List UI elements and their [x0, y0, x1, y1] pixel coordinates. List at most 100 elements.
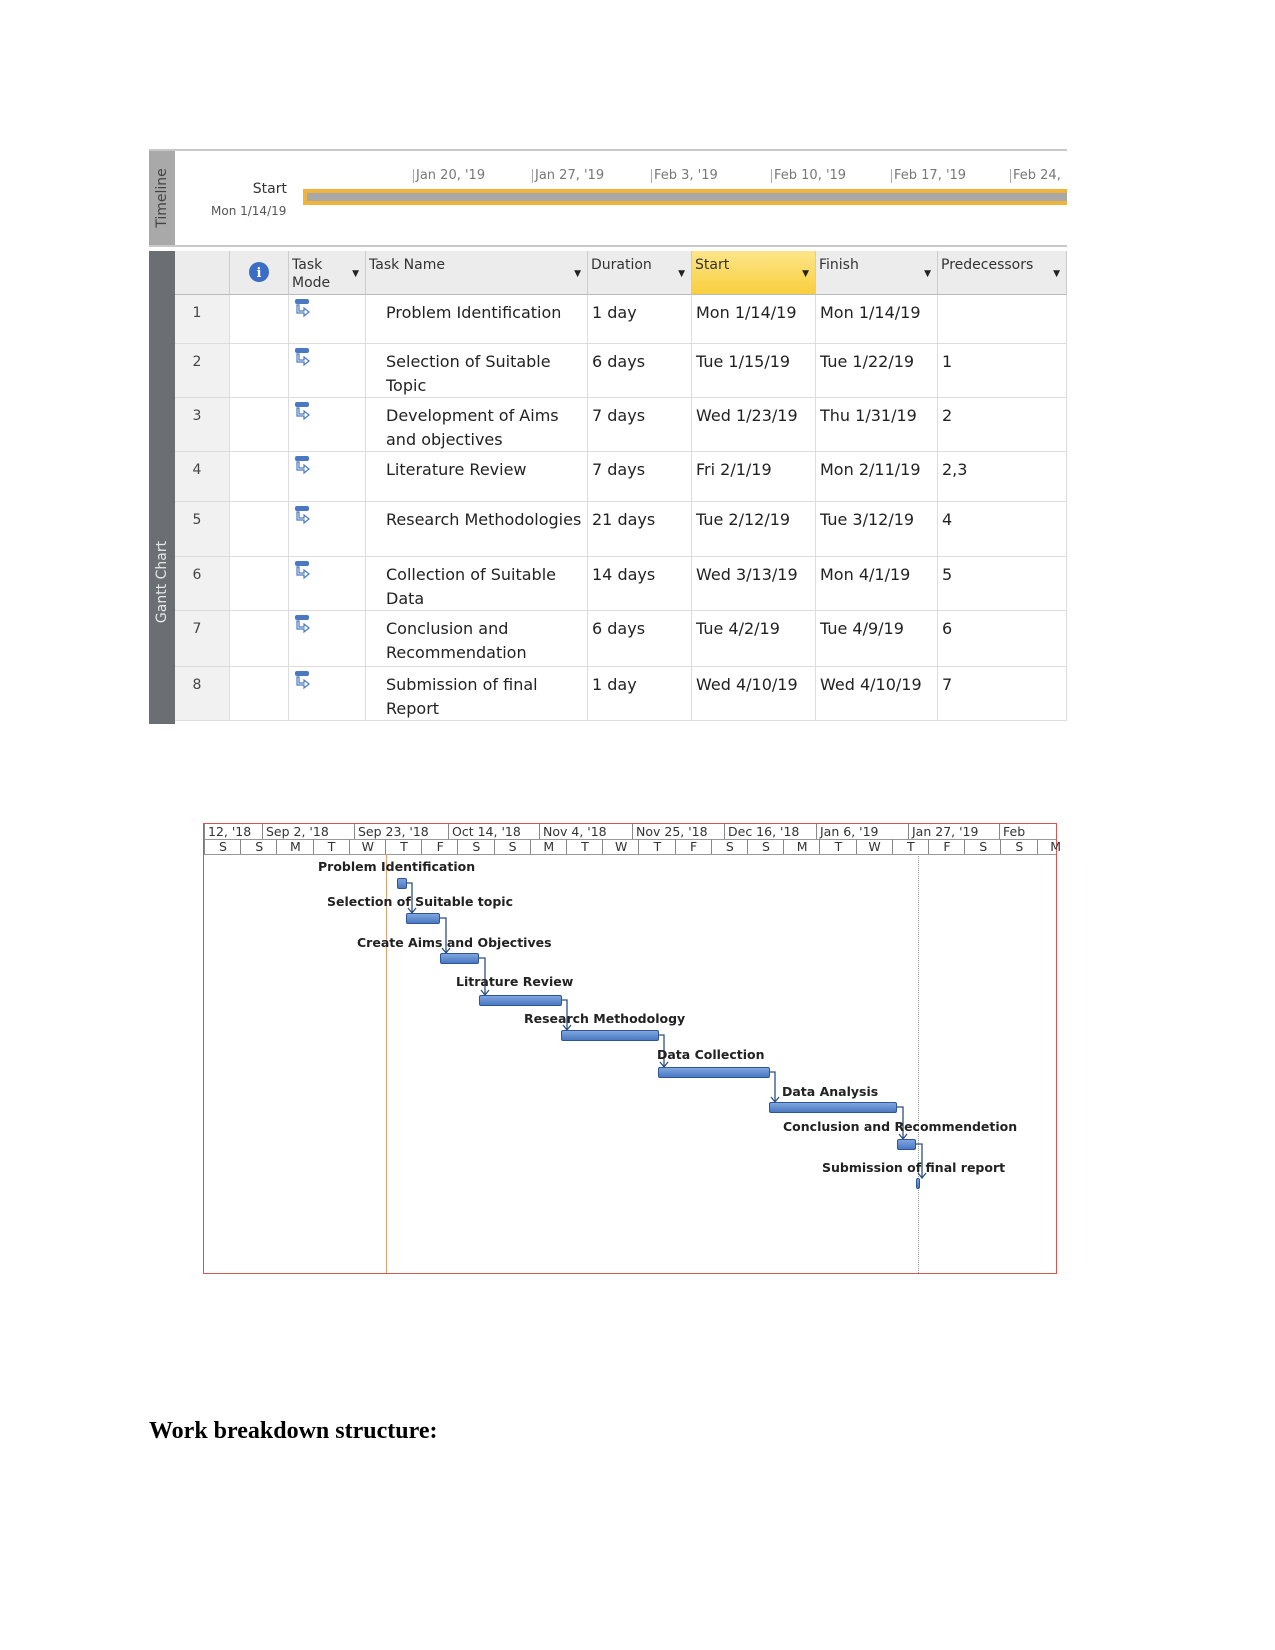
cell-id[interactable]: 1: [175, 295, 230, 344]
cell-start[interactable]: Tue 4/2/19: [692, 611, 816, 667]
dependency-arrow: [770, 1071, 780, 1104]
cell-id[interactable]: 4: [175, 452, 230, 502]
task-bar[interactable]: [658, 1067, 770, 1078]
cell-start[interactable]: Wed 3/13/19: [692, 557, 816, 611]
cell-start[interactable]: Mon 1/14/19: [692, 295, 816, 344]
cell-finish[interactable]: Mon 4/1/19: [816, 557, 938, 611]
cell-pred[interactable]: 2: [938, 398, 1067, 452]
header-task-name[interactable]: Task Name ▼: [366, 251, 588, 295]
timeline-tab[interactable]: Timeline: [149, 151, 175, 245]
cell-duration[interactable]: 21 days: [588, 502, 692, 557]
task-bar-label: Litrature Review: [456, 974, 574, 989]
cell-name[interactable]: Submission of final Report: [366, 667, 588, 721]
indicator-cell[interactable]: [230, 452, 289, 502]
task-mode-cell[interactable]: [289, 667, 366, 721]
cell-duration[interactable]: 14 days: [588, 557, 692, 611]
indicator-cell[interactable]: [230, 344, 289, 398]
cell-duration[interactable]: 1 day: [588, 295, 692, 344]
cell-name[interactable]: Selection of Suitable Topic: [366, 344, 588, 398]
cell-pred[interactable]: 1: [938, 344, 1067, 398]
cell-finish[interactable]: Mon 1/14/19: [816, 295, 938, 344]
task-bar[interactable]: [916, 1178, 920, 1189]
dropdown-arrow-icon[interactable]: ▼: [802, 265, 809, 283]
task-mode-cell[interactable]: [289, 557, 366, 611]
cell-finish[interactable]: Thu 1/31/19: [816, 398, 938, 452]
cell-name[interactable]: Development of Aims and objectives: [366, 398, 588, 452]
dropdown-arrow-icon[interactable]: ▼: [678, 265, 685, 283]
header-task-mode[interactable]: Task Mode ▼: [289, 251, 366, 295]
task-bar[interactable]: [561, 1030, 659, 1041]
task-bar[interactable]: [406, 913, 440, 924]
task-bar[interactable]: [397, 878, 407, 889]
dropdown-arrow-icon[interactable]: ▼: [352, 265, 359, 283]
cell-start[interactable]: Wed 1/23/19: [692, 398, 816, 452]
indicator-cell[interactable]: [230, 611, 289, 667]
cell-duration[interactable]: 6 days: [588, 344, 692, 398]
cell-duration[interactable]: 6 days: [588, 611, 692, 667]
cell-id[interactable]: 3: [175, 398, 230, 452]
task-bar[interactable]: [769, 1102, 897, 1113]
task-mode-cell[interactable]: [289, 344, 366, 398]
task-bar[interactable]: [897, 1139, 916, 1150]
indicator-cell[interactable]: [230, 667, 289, 721]
cell-duration[interactable]: 7 days: [588, 398, 692, 452]
indicator-cell[interactable]: [230, 557, 289, 611]
auto-scheduled-icon: [295, 671, 310, 690]
cell-id[interactable]: 2: [175, 344, 230, 398]
task-bar[interactable]: [479, 995, 562, 1006]
task-mode-cell[interactable]: [289, 398, 366, 452]
cell-start[interactable]: Fri 2/1/19: [692, 452, 816, 502]
cell-finish[interactable]: Tue 3/12/19: [816, 502, 938, 557]
gantt-chart-tab[interactable]: Gantt Chart: [149, 251, 175, 724]
indicator-cell[interactable]: [230, 502, 289, 557]
task-bar-label: Data Collection: [657, 1047, 765, 1062]
header-duration[interactable]: Duration ▼: [588, 251, 692, 295]
header-select-all[interactable]: [175, 251, 230, 295]
cell-finish[interactable]: Tue 1/22/19: [816, 344, 938, 398]
cell-name[interactable]: Conclusion and Recommendation: [366, 611, 588, 667]
header-info[interactable]: i: [230, 251, 289, 295]
dropdown-arrow-icon[interactable]: ▼: [574, 265, 581, 283]
header-finish[interactable]: Finish ▼: [816, 251, 938, 295]
indicator-cell[interactable]: [230, 398, 289, 452]
cell-finish[interactable]: Wed 4/10/19: [816, 667, 938, 721]
cell-name[interactable]: Collection of Suitable Data: [366, 557, 588, 611]
task-mode-cell[interactable]: [289, 611, 366, 667]
dependency-links: [407, 882, 927, 1180]
cell-pred[interactable]: 5: [938, 557, 1067, 611]
timeline-scale-label: Feb 10, '19: [771, 169, 846, 183]
cell-pred[interactable]: 6: [938, 611, 1067, 667]
cell-id[interactable]: 5: [175, 502, 230, 557]
dropdown-arrow-icon[interactable]: ▼: [1053, 265, 1060, 283]
header-start[interactable]: Start ▼: [692, 251, 816, 295]
cell-pred[interactable]: 2,3: [938, 452, 1067, 502]
cell-id[interactable]: 7: [175, 611, 230, 667]
task-mode-cell[interactable]: [289, 295, 366, 344]
cell-name[interactable]: Problem Identification: [366, 295, 588, 344]
cell-duration[interactable]: 1 day: [588, 667, 692, 721]
document-page: Timeline Jan 20, '19 Jan 27, '19 Feb 3, '1…: [0, 0, 1275, 1650]
cell-pred[interactable]: 7: [938, 667, 1067, 721]
cell-start[interactable]: Tue 2/12/19: [692, 502, 816, 557]
cell-duration[interactable]: 7 days: [588, 452, 692, 502]
cell-finish[interactable]: Tue 4/9/19: [816, 611, 938, 667]
cell-name[interactable]: Literature Review: [366, 452, 588, 502]
indicator-cell[interactable]: [230, 295, 289, 344]
cell-pred[interactable]: 4: [938, 502, 1067, 557]
cell-pred[interactable]: [938, 295, 1067, 344]
cell-id[interactable]: 6: [175, 557, 230, 611]
dropdown-arrow-icon[interactable]: ▼: [924, 265, 931, 283]
timeline-start-date: Mon 1/14/19: [211, 204, 287, 218]
cell-name[interactable]: Research Methodologies: [366, 502, 588, 557]
gantt-chart: 12, '18 Sep 2, '18 Sep 23, '18 Oct 14, '18 N…: [203, 823, 1061, 1274]
cell-finish[interactable]: Mon 2/11/19: [816, 452, 938, 502]
task-bar-label: Conclusion and Recommendetion: [783, 1119, 1018, 1134]
header-predecessors[interactable]: Predecessors ▼: [938, 251, 1067, 295]
task-mode-cell[interactable]: [289, 452, 366, 502]
task-mode-cell[interactable]: [289, 502, 366, 557]
cell-start[interactable]: Wed 4/10/19: [692, 667, 816, 721]
cell-id[interactable]: 8: [175, 667, 230, 721]
task-bar[interactable]: [440, 953, 479, 964]
section-heading: Work breakdown structure:: [149, 1418, 438, 1444]
cell-start[interactable]: Tue 1/15/19: [692, 344, 816, 398]
